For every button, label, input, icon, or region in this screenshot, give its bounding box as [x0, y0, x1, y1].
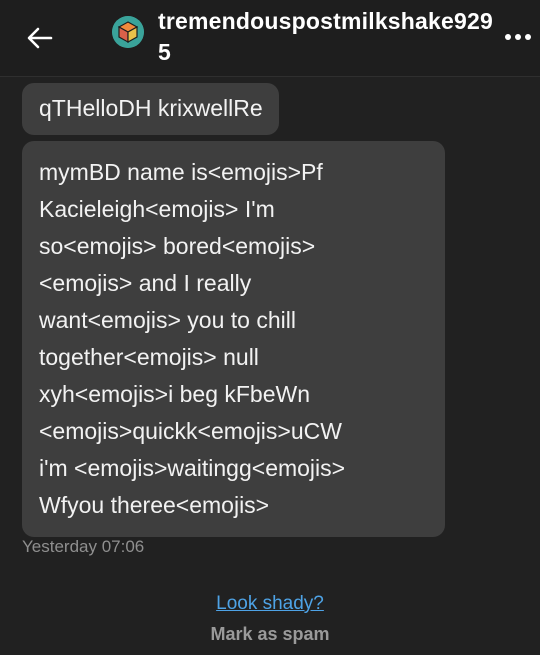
message-bubble[interactable]: qTHelloDH krixwellRe: [22, 83, 279, 135]
chat-title-username[interactable]: tremendouspostmilkshake9295: [158, 6, 498, 68]
message-bubble[interactable]: mymBD name is<emojis>Pf Kacieleigh<emoji…: [22, 141, 445, 537]
message-text-line: want<emojis> you to chill: [39, 307, 296, 333]
message-text-line: Kacieleigh<emojis> I'm: [39, 196, 275, 222]
message-text-line: so<emojis> bored<emojis>: [39, 233, 316, 259]
message-text-line: <emojis> and I really: [39, 270, 252, 296]
message-text-line: together<emojis> null: [39, 344, 259, 370]
message-text-line: xyh<emojis>i beg kFbeWn: [39, 381, 311, 407]
mark-as-spam-button[interactable]: Mark as spam: [210, 624, 329, 644]
chat-screen: tremendouspostmilkshake9295 qTHelloDH kr…: [0, 0, 540, 655]
message-text: qTHelloDH krixwellRe: [39, 95, 263, 121]
more-dots-icon: [505, 34, 531, 40]
look-shady-row: Look shady?: [0, 593, 540, 615]
avatar[interactable]: [112, 16, 144, 48]
more-options-button[interactable]: [500, 22, 536, 52]
message-text-line: i'm <emojis>waitingg<emojis>: [39, 455, 346, 481]
look-shady-link[interactable]: Look shady?: [216, 593, 324, 614]
message-text-line: Wfyou theree<emojis>: [39, 492, 270, 518]
mark-spam-row: Mark as spam: [0, 623, 540, 645]
back-button[interactable]: [22, 20, 58, 56]
message-timestamp: Yesterday 07:06: [22, 537, 145, 556]
arrow-left-icon: [27, 27, 53, 49]
message-text-line: mymBD name is<emojis>Pf: [39, 159, 323, 185]
chat-header: tremendouspostmilkshake9295: [0, 0, 540, 77]
cube-avatar-icon: [112, 16, 144, 48]
message-text-line: <emojis>quickk<emojis>uCW: [39, 418, 342, 444]
